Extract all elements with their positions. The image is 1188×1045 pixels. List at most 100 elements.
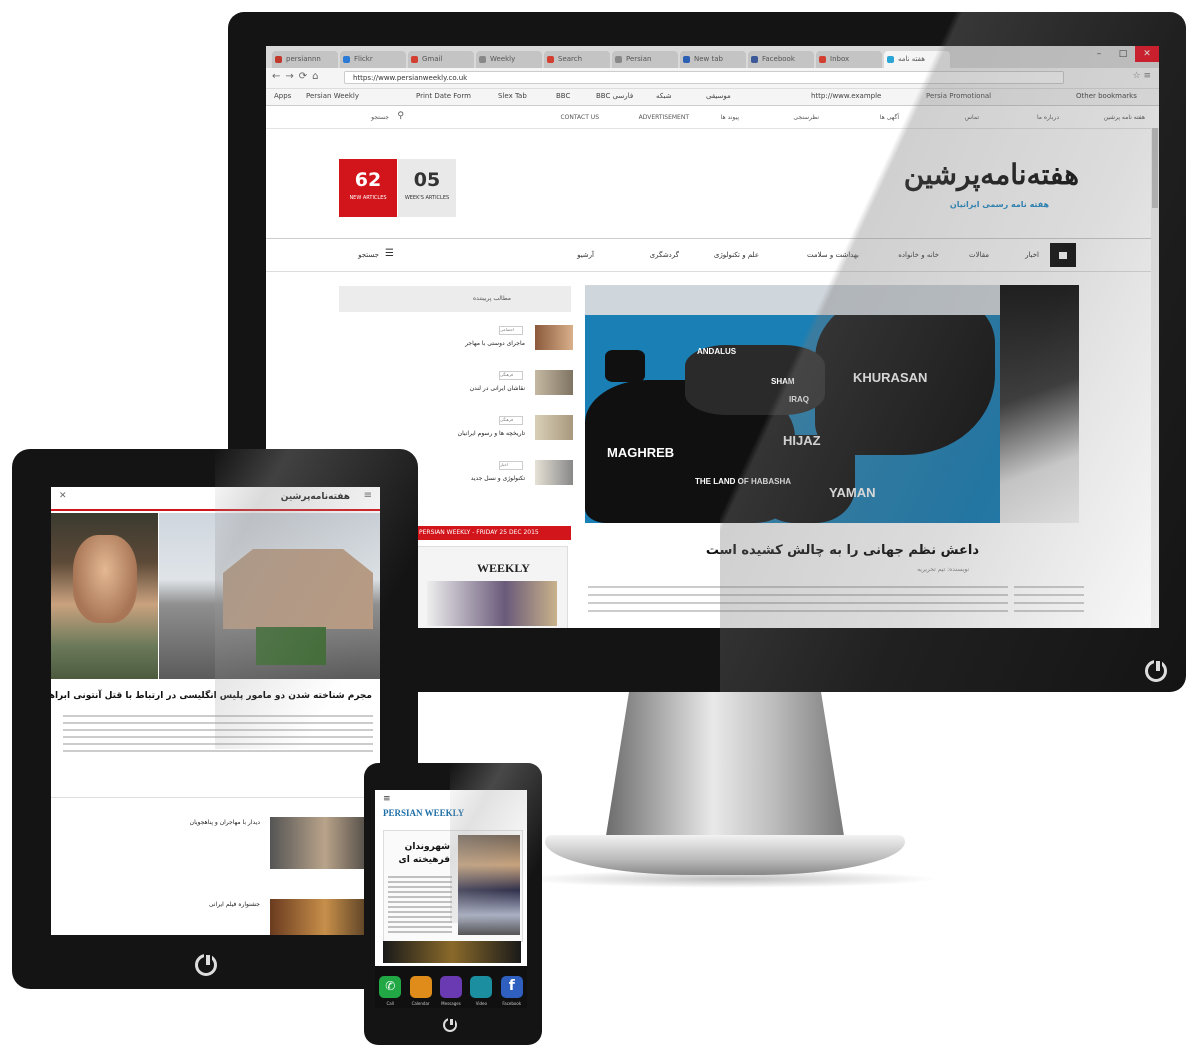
top-link[interactable]: درباره ما (1037, 114, 1059, 121)
tag-badge: فرهنگی (499, 371, 523, 380)
menu-item[interactable]: گردشگری (650, 251, 679, 259)
hamburger-icon[interactable]: ≡ (383, 794, 391, 804)
monitor-power-icon[interactable] (1145, 659, 1167, 682)
url-input[interactable]: https://www.persianweekly.co.uk (344, 71, 1064, 84)
tablet-list-item[interactable]: جشنواره فیلم ایرانی (51, 899, 380, 935)
messages-app-icon[interactable]: Messages (439, 976, 462, 1006)
call-app-icon[interactable]: ✆ Call (379, 976, 402, 1006)
tab-favicon-icon (887, 56, 894, 63)
tablet-list-item[interactable]: دیدار با مهاجران و پناهجویان (51, 817, 380, 869)
menu-item[interactable]: آرشیو (577, 251, 594, 259)
minimize-icon[interactable]: – (1087, 46, 1111, 62)
bookmark-item[interactable]: Slex Tab (498, 92, 527, 100)
phone-logo[interactable]: PERSIAN WEEKLY (383, 808, 464, 818)
bookmark-item[interactable]: Persia Promotional (926, 92, 991, 100)
browser-tab[interactable]: Inbox (816, 51, 882, 68)
bookmark-item[interactable]: Other bookmarks (1076, 92, 1137, 100)
top-link[interactable]: هفته نامه پرشین (1104, 114, 1145, 121)
tab-favicon-icon (275, 56, 282, 63)
browser-tab[interactable]: Weekly (476, 51, 542, 68)
home-icon[interactable] (1050, 243, 1076, 267)
bookmark-item[interactable]: موسیقی (706, 92, 731, 100)
phone-body-lines (388, 876, 452, 936)
video-app-icon[interactable]: Video (470, 976, 493, 1006)
thumbnail (535, 460, 573, 485)
logo-title: هفته‌نامه‌پرشین (903, 158, 1079, 191)
bookmark-item[interactable]: Apps (274, 92, 291, 100)
phone-photos (458, 835, 520, 935)
top-link[interactable]: ADVERTISEMENT (639, 114, 689, 121)
map-sky (585, 285, 1000, 315)
bookmark-item[interactable]: BBC (556, 92, 570, 100)
tablet-body-lines (63, 715, 373, 753)
phone-newspaper[interactable]: شهروندان فرهیخته ای (383, 830, 523, 942)
search-icon[interactable]: ⚲ (397, 111, 404, 121)
map-label: MAGHREB (607, 445, 675, 460)
top-link[interactable]: CONTACT US (560, 114, 599, 121)
hamburger-icon[interactable]: ☰ (385, 248, 394, 259)
app-label: Messages (441, 1001, 461, 1006)
top-link[interactable]: جستجو (371, 114, 389, 121)
tablet-site-title[interactable]: هفته‌نامه‌پرشین (281, 492, 350, 502)
sidebar-item[interactable]: فرهنگی تاریخچه ها و رسوم ایرانیان (339, 412, 573, 452)
thumbnail (535, 415, 573, 440)
facebook-app-icon[interactable]: f Facebook (500, 976, 523, 1006)
menu-item[interactable]: جستجو (358, 251, 379, 259)
scrollbar[interactable] (1151, 128, 1159, 628)
sidebar-item[interactable]: فرهنگی نقاشان ایرانی در لندن (339, 367, 573, 407)
map-label: YAMAN (829, 485, 876, 500)
maximize-icon[interactable]: □ (1111, 46, 1135, 62)
phone-dock: ✆ Call Calendar Messages Video f Facebook (375, 966, 527, 1008)
featured-map-image[interactable]: ANDALUS KHURASAN MAGHREB HIJAZ THE LAND … (585, 285, 1000, 523)
newspaper-cover[interactable]: WEEKLY (416, 546, 568, 628)
browser-tab[interactable]: New tab (680, 51, 746, 68)
tablet-item-title: دیدار با مهاجران و پناهجویان (189, 819, 260, 826)
bookmark-item[interactable]: http://www.example (811, 92, 881, 100)
tab-favicon-icon (615, 56, 622, 63)
menu-item[interactable]: اخبار (1025, 251, 1039, 259)
new-articles-counter: 62 NEW ARTICLES (339, 159, 397, 217)
close-icon[interactable]: ✕ (1135, 46, 1159, 62)
menu-item[interactable]: علم و تکنولوژی (714, 251, 759, 259)
browser-tab-active[interactable]: هفته نامه (884, 51, 950, 68)
sidebar-item[interactable]: اجتماعی ماجرای دوستی با مهاجر (339, 322, 573, 362)
calendar-app-icon[interactable]: Calendar (409, 976, 432, 1006)
top-link[interactable]: آگهی ها (880, 114, 899, 121)
close-icon[interactable]: ✕ (59, 491, 67, 501)
bookmark-item[interactable]: شبکه (656, 92, 672, 100)
app-label: Facebook (502, 1001, 522, 1006)
tag-badge: اخبار (499, 461, 523, 470)
menu-item[interactable]: خانه و خانواده (898, 251, 939, 259)
browser-tab[interactable]: Gmail (408, 51, 474, 68)
bookmark-item[interactable]: Print Date Form (416, 92, 471, 100)
article-headline[interactable]: داعش نظم جهانی را به چالش کشیده است (706, 543, 979, 558)
bookmark-item[interactable]: BBC فارسی (596, 92, 633, 100)
counter-value: 62 (354, 169, 382, 191)
top-link[interactable]: نظرسنجی (793, 114, 819, 121)
browser-tab[interactable]: Facebook (748, 51, 814, 68)
site-logo[interactable]: هفته‌نامه‌پرشین هفته نامه رسمی ایرانیان (879, 158, 1079, 218)
browser-tab[interactable]: Persian (612, 51, 678, 68)
menu-item[interactable]: مقالات (969, 251, 989, 259)
tablet-headline[interactable]: مجرم شناخته شدن دو مامور پلیس انگلیسی در… (51, 691, 372, 701)
top-link[interactable]: تماس (965, 114, 979, 121)
phone-banner[interactable] (383, 941, 521, 963)
menu-icon[interactable]: ☆ ≡ (1133, 71, 1151, 81)
side-photo[interactable] (1000, 285, 1079, 523)
bookmark-item[interactable]: Persian Weekly (306, 92, 359, 100)
browser-tab-bar: persiannn Flickr Gmail Weekly Search Per… (266, 46, 1159, 68)
thumbnail (535, 370, 573, 395)
tag-badge: فرهنگی (499, 416, 523, 425)
sidebar-item-title: نقاشان ایرانی در لندن (469, 385, 525, 392)
browser-tab[interactable]: persiannn (272, 51, 338, 68)
tablet-power-icon[interactable] (195, 953, 217, 976)
nav-buttons-icon[interactable]: ←→⟳⌂ (272, 71, 323, 82)
hamburger-icon[interactable]: ≡ (364, 490, 372, 501)
browser-tab[interactable]: Search (544, 51, 610, 68)
browser-tab[interactable]: Flickr (340, 51, 406, 68)
menu-item[interactable]: بهداشت و سلامت (807, 251, 859, 259)
tab-favicon-icon (411, 56, 418, 63)
sidebar-item-title: تکنولوژی و نسل جدید (470, 475, 525, 482)
phone-home-icon[interactable] (443, 1017, 457, 1032)
top-link[interactable]: پیوند ها (721, 114, 739, 121)
